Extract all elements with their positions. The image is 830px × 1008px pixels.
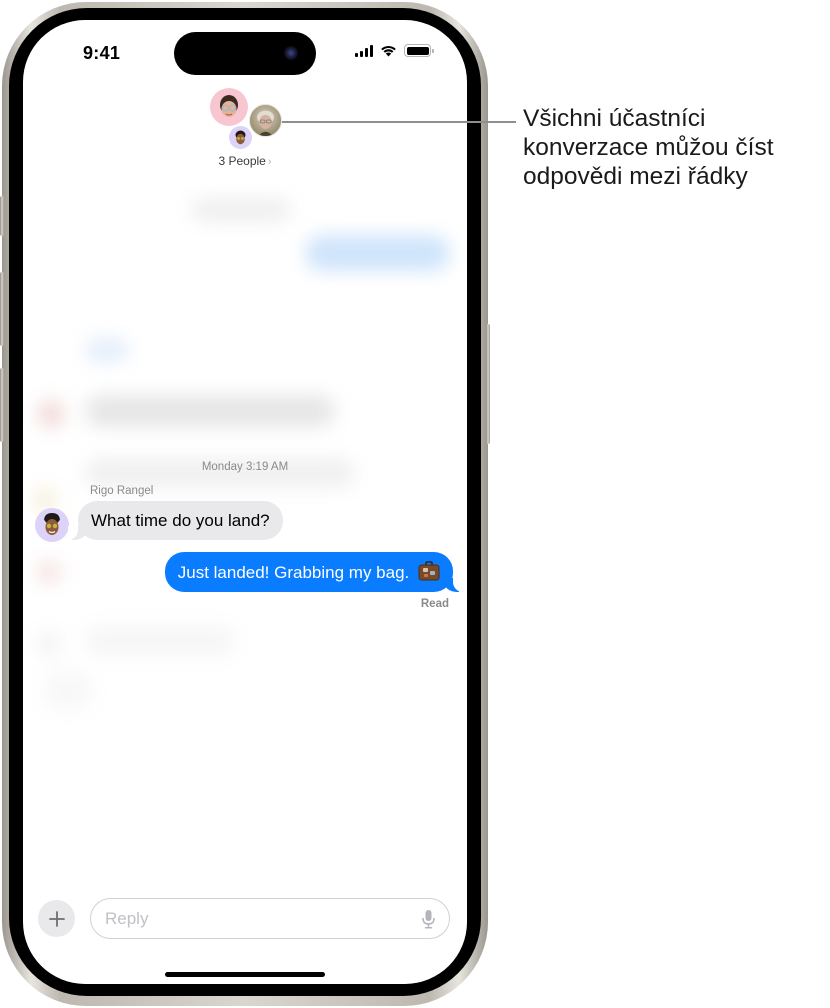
blurred-avatar xyxy=(37,632,61,656)
sender-avatar[interactable] xyxy=(35,508,69,542)
side-button xyxy=(486,324,490,444)
blurred-message xyxy=(305,235,450,271)
callout-line xyxy=(282,121,516,123)
callout-line-3: odpovědi mezi řádky xyxy=(523,163,748,190)
blurred-message xyxy=(85,395,335,427)
front-camera-icon xyxy=(284,46,298,60)
status-icons xyxy=(355,44,434,57)
participant-avatar-memoji-rigo[interactable] xyxy=(229,126,252,149)
chevron-right-icon: › xyxy=(267,156,272,168)
volume-down-button xyxy=(0,368,4,442)
callout-line-2: konverzace můžou číst xyxy=(523,134,774,161)
participant-avatar-photo[interactable] xyxy=(249,104,282,137)
person-photo-icon xyxy=(257,110,274,136)
incoming-message-text: What time do you land? xyxy=(91,511,270,530)
wifi-icon xyxy=(381,45,396,57)
reply-field[interactable] xyxy=(90,898,450,939)
cellular-signal-icon xyxy=(355,44,373,57)
callout-text: Všichni účastníci konverzace můžou číst … xyxy=(523,104,774,191)
blurred-message xyxy=(85,338,129,362)
blurred-message xyxy=(85,626,235,656)
dynamic-island xyxy=(174,32,316,75)
callout-line-1: Všichni účastníci xyxy=(523,105,706,132)
outgoing-message-text: Just landed! Grabbing my bag. xyxy=(177,563,410,582)
participant-avatar-memoji-woman[interactable] xyxy=(210,88,248,126)
blurred-avatar xyxy=(37,400,65,428)
blurred-message xyxy=(43,670,93,710)
memoji-woman-icon xyxy=(220,95,238,117)
action-button xyxy=(0,196,4,236)
briefcase-emoji-icon xyxy=(418,561,440,581)
blurred-avatar xyxy=(37,560,61,584)
messages-screen: 9:41 3 People › Monday 3:19 AM Rigo Rang… xyxy=(23,20,467,984)
message-timestamp: Monday 3:19 AM xyxy=(23,461,467,473)
outgoing-message-bubble[interactable]: Just landed! Grabbing my bag. xyxy=(164,552,464,592)
plus-icon xyxy=(48,910,65,927)
add-attachment-button[interactable] xyxy=(38,900,75,937)
timestamp-day: Monday xyxy=(201,461,243,473)
blurred-message xyxy=(191,198,291,222)
sender-name: Rigo Rangel xyxy=(90,485,154,497)
memoji-man-icon xyxy=(235,130,246,145)
memoji-man-icon xyxy=(44,513,60,535)
status-time: 9:41 xyxy=(83,43,121,63)
home-indicator[interactable] xyxy=(165,972,325,977)
battery-icon xyxy=(404,44,434,57)
read-receipt: Read xyxy=(420,598,449,610)
participants-button[interactable]: 3 People › xyxy=(23,154,467,168)
incoming-message-bubble[interactable]: What time do you land? xyxy=(68,501,283,540)
participants-count: 3 People xyxy=(218,154,266,168)
reply-input[interactable] xyxy=(105,908,422,929)
timestamp-time: 3:19 AM xyxy=(245,461,289,473)
microphone-icon[interactable] xyxy=(422,909,435,929)
volume-up-button xyxy=(0,272,4,346)
